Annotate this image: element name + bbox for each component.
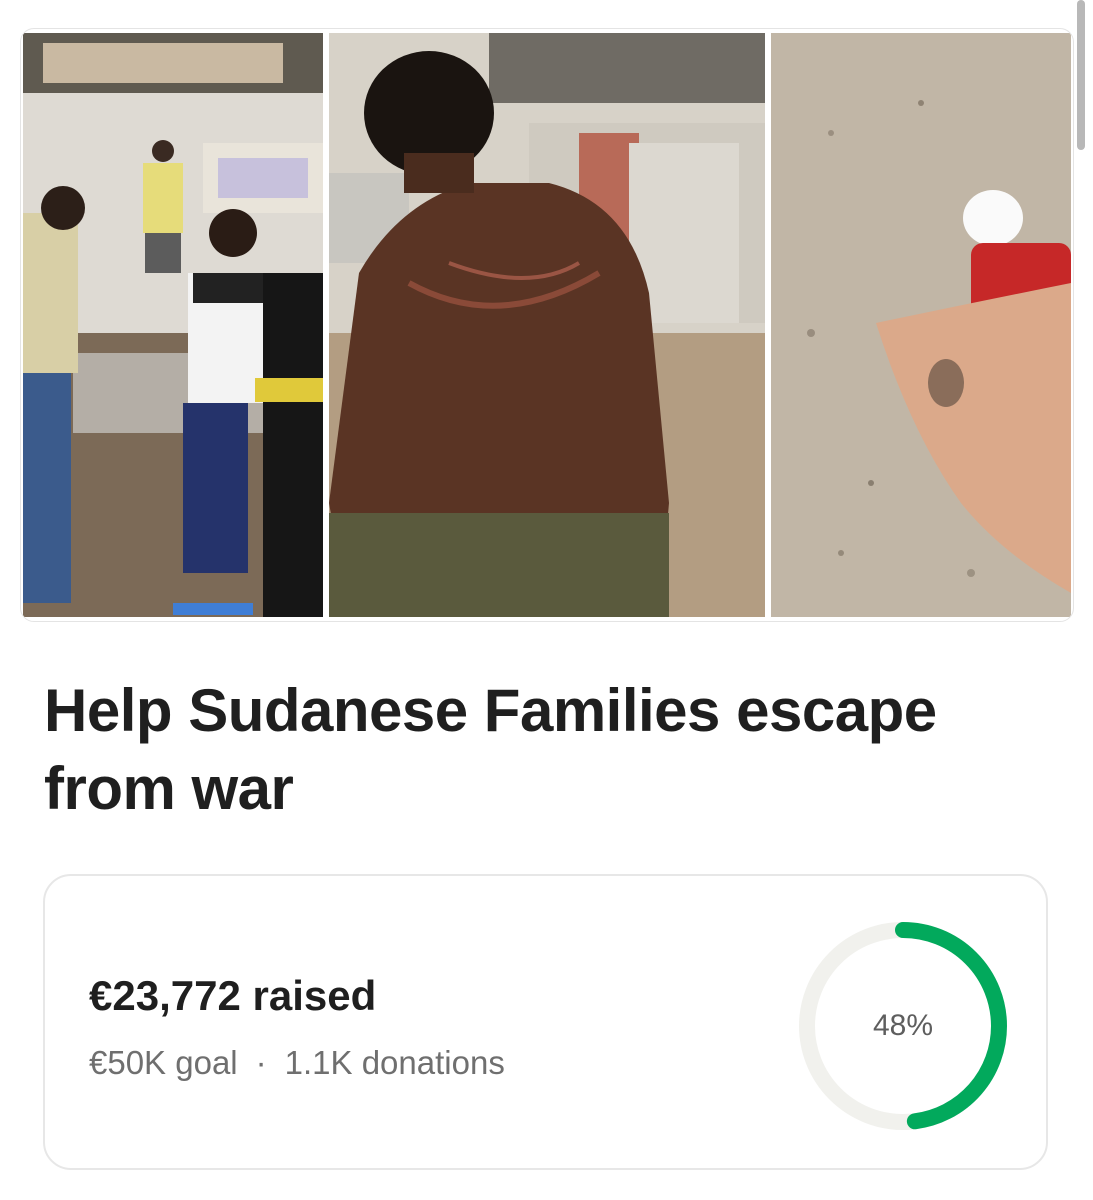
amount-raised: €23,772 raised [89,972,377,1019]
goal-amount: €50K goal [89,1044,238,1081]
photo-man-back-injury[interactable] [329,33,765,617]
campaign-page: Help Sudanese Families escape from war €… [0,0,1093,1200]
photo-people-outside-building[interactable] [23,33,323,617]
donation-count: 1.1K donations [284,1044,505,1081]
photo-gallery[interactable] [20,28,1074,622]
page-title: Help Sudanese Families escape from war [44,677,937,822]
scrollbar[interactable] [1077,0,1085,150]
campaign-meta: €50K goal · 1.1K donations [89,1044,505,1082]
progress-percent: 48% [872,1009,934,1042]
photo-person-lying-on-ground[interactable] [771,33,1071,617]
meta-separator: · [255,1044,267,1081]
donation-summary-card: €23,772 raised €50K goal · 1.1K donations … [43,874,1048,1170]
progress-ring: 48% [797,920,1009,1132]
